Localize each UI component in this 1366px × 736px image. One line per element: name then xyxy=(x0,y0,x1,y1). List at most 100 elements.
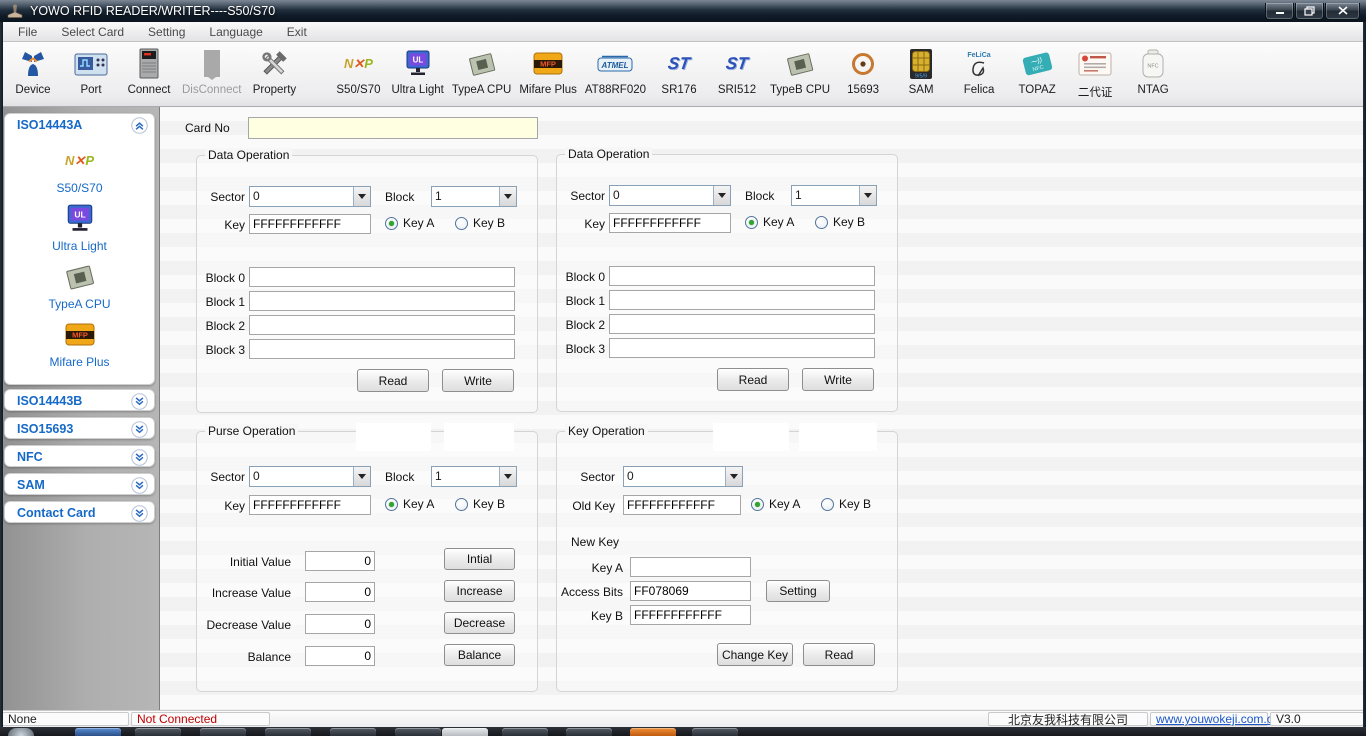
menu-select-card[interactable]: Select Card xyxy=(49,22,136,42)
new-key-a-input[interactable] xyxy=(630,557,751,577)
block-combobox[interactable]: 1 xyxy=(431,466,517,487)
old-key-input[interactable] xyxy=(623,495,741,515)
menu-language[interactable]: Language xyxy=(197,22,274,42)
balance-input[interactable] xyxy=(305,646,375,666)
toolbar-typeb-cpu[interactable]: TypeB CPU xyxy=(766,44,834,106)
toolbar-connect[interactable]: Connect xyxy=(120,44,178,106)
expand-chevron-down-icon[interactable] xyxy=(131,449,148,466)
initial-button[interactable]: Intial xyxy=(444,548,515,570)
chevron-down-icon[interactable] xyxy=(859,186,876,205)
block3-input[interactable] xyxy=(609,338,875,358)
collapse-chevron-up-icon[interactable] xyxy=(131,117,148,134)
toolbar-typea-cpu[interactable]: TypeA CPU xyxy=(448,44,515,106)
key-a-radio[interactable]: Key A xyxy=(751,497,800,511)
decrease-button[interactable]: Decrease xyxy=(444,612,515,634)
balance-button[interactable]: Balance xyxy=(444,644,515,666)
toolbar-felica[interactable]: FeLiCa Felica xyxy=(950,44,1008,106)
block1-input[interactable] xyxy=(249,291,515,311)
sidebar-item-mifare-plus[interactable]: MFP Mifare Plus xyxy=(5,318,154,369)
setting-button[interactable]: Setting xyxy=(766,580,830,602)
sector-combobox[interactable]: 0 xyxy=(249,466,371,487)
sidebar-header-nfc[interactable]: NFC xyxy=(5,446,154,468)
initial-value-input[interactable] xyxy=(305,551,375,571)
block-combobox[interactable]: 1 xyxy=(791,185,877,206)
increase-button[interactable]: Increase xyxy=(444,580,515,602)
sidebar-item-s50s70[interactable]: N✕P S50/S70 xyxy=(5,144,154,195)
key-b-radio[interactable]: Key B xyxy=(821,497,871,511)
sidebar-item-ultra-light[interactable]: UL Ultra Light xyxy=(5,202,154,253)
sidebar-header-sam[interactable]: SAM xyxy=(5,474,154,496)
chevron-down-icon[interactable] xyxy=(353,187,370,206)
sidebar-header-iso14443b[interactable]: ISO14443B xyxy=(5,390,154,412)
toolbar-port[interactable]: Port xyxy=(62,44,120,106)
toolbar-15693[interactable]: 15693 xyxy=(834,44,892,106)
write-button[interactable]: Write xyxy=(802,368,874,391)
key-input[interactable] xyxy=(609,213,731,233)
toolbar-mifare-plus[interactable]: MFP Mifare Plus xyxy=(515,44,581,106)
taskbar-button[interactable] xyxy=(395,728,441,736)
taskbar-button[interactable] xyxy=(566,728,612,736)
block-combobox[interactable]: 1 xyxy=(431,186,517,207)
key-input[interactable] xyxy=(249,214,371,234)
read-button[interactable]: Read xyxy=(357,369,429,392)
write-button[interactable]: Write xyxy=(442,369,514,392)
expand-chevron-down-icon[interactable] xyxy=(131,421,148,438)
toolbar-sam[interactable]: 9/5/9 SAM xyxy=(892,44,950,106)
chevron-down-icon[interactable] xyxy=(725,467,742,486)
sector-combobox[interactable]: 0 xyxy=(249,186,371,207)
block0-input[interactable] xyxy=(609,266,875,286)
toolbar-at88rf020[interactable]: ATMEL AT88RF020 xyxy=(581,44,650,106)
sidebar-header-iso15693[interactable]: ISO15693 xyxy=(5,418,154,440)
taskbar-button[interactable] xyxy=(502,728,548,736)
chevron-down-icon[interactable] xyxy=(713,186,730,205)
toolbar-device[interactable]: Device xyxy=(4,44,62,106)
toolbar-ntag[interactable]: NFC NTAG xyxy=(1124,44,1182,106)
toolbar-property[interactable]: Property xyxy=(245,44,303,106)
block3-input[interactable] xyxy=(249,339,515,359)
key-b-radio[interactable]: Key B xyxy=(455,216,505,230)
access-bits-input[interactable] xyxy=(630,581,751,601)
card-no-input[interactable] xyxy=(248,117,538,139)
block2-input[interactable] xyxy=(609,314,875,334)
menu-setting[interactable]: Setting xyxy=(136,22,197,42)
toolbar-topaz[interactable]: ⁓)) NFC TOPAZ xyxy=(1008,44,1066,106)
menu-exit[interactable]: Exit xyxy=(275,22,319,42)
key-b-radio[interactable]: Key B xyxy=(815,215,865,229)
expand-chevron-down-icon[interactable] xyxy=(131,393,148,410)
taskbar-button[interactable] xyxy=(692,728,738,736)
expand-chevron-down-icon[interactable] xyxy=(131,505,148,522)
block0-input[interactable] xyxy=(249,267,515,287)
key-a-radio[interactable]: Key A xyxy=(385,497,434,511)
taskbar-button[interactable] xyxy=(330,728,376,736)
chevron-down-icon[interactable] xyxy=(499,467,516,486)
menu-file[interactable]: File xyxy=(6,22,49,42)
toolbar-id-card[interactable]: 二代证 xyxy=(1066,44,1124,106)
sidebar-header-iso14443a[interactable]: ISO14443A xyxy=(5,114,154,136)
key-b-radio[interactable]: Key B xyxy=(455,497,505,511)
restore-button[interactable] xyxy=(1295,3,1324,20)
key-a-radio[interactable]: Key A xyxy=(745,215,794,229)
toolbar-sr176[interactable]: ST SR176 xyxy=(650,44,708,106)
sector-combobox[interactable]: 0 xyxy=(609,185,731,206)
taskbar-button[interactable] xyxy=(265,728,311,736)
change-key-button[interactable]: Change Key xyxy=(717,643,793,666)
website-link[interactable]: www.youwokeji.com.cn xyxy=(1156,712,1279,726)
key-input[interactable] xyxy=(249,495,371,515)
toolbar-sri512[interactable]: ST SRI512 xyxy=(708,44,766,106)
toolbar-ultra-light[interactable]: UL Ultra Light xyxy=(387,44,447,106)
block2-input[interactable] xyxy=(249,315,515,335)
taskbar-button[interactable] xyxy=(442,728,488,736)
close-button[interactable] xyxy=(1325,3,1360,20)
taskbar-button[interactable] xyxy=(630,728,676,736)
sector-combobox[interactable]: 0 xyxy=(623,466,743,487)
chevron-down-icon[interactable] xyxy=(353,467,370,486)
sidebar-item-typea-cpu[interactable]: TypeA CPU xyxy=(5,260,154,311)
start-button[interactable] xyxy=(8,728,34,736)
new-key-b-input[interactable] xyxy=(630,605,751,625)
sidebar-header-contact-card[interactable]: Contact Card xyxy=(5,502,154,524)
block1-input[interactable] xyxy=(609,290,875,310)
chevron-down-icon[interactable] xyxy=(499,187,516,206)
taskbar-button[interactable] xyxy=(135,728,181,736)
toolbar-s50s70[interactable]: N✕P S50/S70 xyxy=(329,44,387,106)
decrease-value-input[interactable] xyxy=(305,614,375,634)
